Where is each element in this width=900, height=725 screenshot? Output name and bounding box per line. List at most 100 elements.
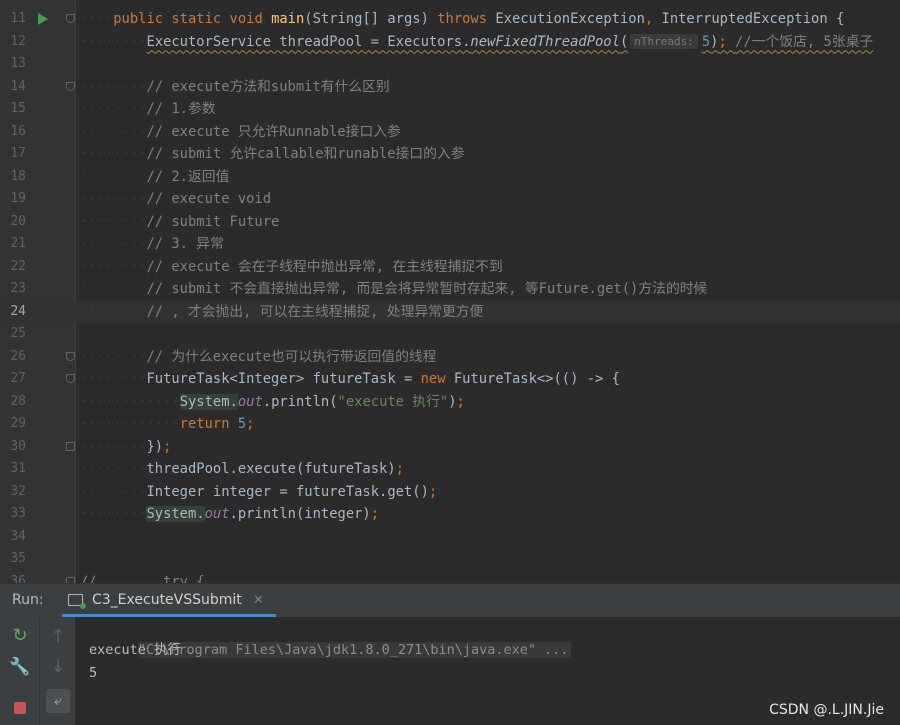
stop-icon[interactable] (14, 702, 26, 714)
line-number: 15 (10, 101, 26, 116)
line-number: 18 (10, 168, 26, 184)
line-number: 32 (10, 483, 26, 499)
line-number: 31 (10, 461, 26, 476)
line-number: 21 (10, 236, 26, 251)
code-line[interactable]: 29 ············return 5; (0, 413, 900, 435)
code-line[interactable]: 30 ········}); (0, 436, 900, 458)
code-line[interactable]: 12 ········ExecutorService threadPool = E… (0, 31, 900, 53)
code-text: ········// , 才会抛出, 可以在主线程捕捉, 处理异常更方便 (80, 303, 484, 320)
console-output-line: execute 执行 (89, 642, 182, 658)
line-number: 36 (10, 573, 26, 584)
fold-marker-icon[interactable] (66, 14, 75, 23)
code-text: ········System.out.println(integer); (80, 506, 380, 522)
code-text: ········// 为什么execute也可以执行带返回值的线程 (80, 348, 437, 365)
code-line[interactable]: 16 ········// execute 只允许Runnable接口入参 (0, 121, 900, 143)
line-number: 35 (10, 551, 26, 566)
line-number: 19 (10, 191, 26, 206)
code-text: ············return 5; (80, 416, 255, 432)
console-icon (68, 594, 86, 609)
watermark: CSDN @.L.JIN.Jie (769, 702, 884, 718)
close-tab-icon[interactable]: ✕ (253, 584, 264, 617)
fold-marker-icon[interactable] (66, 374, 75, 383)
code-text: ········threadPool.execute(futureTask); (80, 461, 404, 477)
arrow-down-icon[interactable]: ↓ (46, 655, 70, 679)
console-output-line: 5 (89, 665, 98, 681)
console-command-line: "C:\Program Files\Java\jdk1.8.0_271\bin\… (137, 642, 571, 658)
line-number: 25 (10, 326, 26, 341)
line-number: 11 (10, 11, 26, 26)
run-toolbar-primary: ↻ 🔧 (0, 617, 39, 725)
code-line[interactable]: 17 ········// submit 允许callable和runable接口… (0, 143, 900, 165)
line-number: 14 (10, 78, 26, 94)
wrench-icon[interactable]: 🔧 (8, 655, 32, 679)
line-number: 33 (10, 506, 26, 521)
code-line[interactable]: 15 ········// 1.参数 (0, 98, 900, 120)
code-line[interactable]: 33 ········System.out.println(integer); (0, 503, 900, 525)
code-text: ········// submit 允许callable和runable接口的入… (80, 146, 465, 162)
run-tab-title: C3_ExecuteVSSubmit (92, 592, 242, 608)
code-text: ········// submit 不会直接抛出异常, 而是会将异常暂时存起来,… (80, 281, 708, 297)
code-text: ········// 2.返回值 (80, 168, 230, 185)
code-text: ········}); (80, 438, 172, 455)
line-number: 20 (10, 213, 26, 229)
code-line[interactable]: 11 ····public static void main(String[] a… (0, 8, 900, 30)
code-text: ········// 3. 异常 (80, 236, 224, 252)
code-text: ········Integer integer = futureTask.get… (80, 483, 438, 500)
code-line[interactable]: 31 ········threadPool.execute(futureTask)… (0, 458, 900, 480)
code-line[interactable]: 28 ············System.out.println("execut… (0, 391, 900, 413)
line-number: 22 (10, 258, 26, 274)
code-line[interactable]: 23 ········// submit 不会直接抛出异常, 而是会将异常暂时存起… (0, 278, 900, 300)
rerun-icon[interactable]: ↻ (8, 624, 32, 648)
line-number: 23 (10, 281, 26, 296)
code-line[interactable]: 19 ········// execute void (0, 188, 900, 210)
run-toolbar-secondary: ↑ ↓ ⤶ (39, 617, 75, 725)
code-text: ········// submit Future (80, 213, 280, 230)
line-number: 30 (10, 438, 26, 454)
code-line[interactable]: 13 (0, 53, 900, 75)
code-text: ········// execute 只允许Runnable接口入参 (80, 123, 401, 140)
line-number: 27 (10, 371, 26, 386)
code-line[interactable]: 32 ········Integer integer = futureTask.g… (0, 481, 900, 503)
code-line[interactable]: 35 (0, 548, 900, 570)
line-number: 29 (10, 416, 26, 431)
code-line[interactable]: 22 ········// execute 会在子线程中抛出异常, 在主线程捕捉不… (0, 256, 900, 278)
code-text: // try { (80, 573, 205, 584)
line-number: 13 (10, 56, 26, 71)
line-number: 12 (10, 33, 26, 49)
code-line[interactable]: 20 ········// submit Future (0, 211, 900, 233)
soft-wrap-icon[interactable]: ⤶ (46, 689, 70, 713)
code-line[interactable]: 14 ········// execute方法和submit有什么区别 (0, 76, 900, 98)
line-number: 17 (10, 146, 26, 161)
run-panel-body: ↻ 🔧 ↑ ↓ ⤶ "C:\Program Files\Java\jdk1.8.… (0, 617, 900, 725)
code-line[interactable]: 36 // try { (0, 571, 900, 584)
code-text: ········// 1.参数 (80, 101, 216, 117)
code-line[interactable]: 18 ········// 2.返回值 (0, 166, 900, 188)
fold-marker-icon[interactable] (66, 81, 75, 91)
arrow-up-icon[interactable]: ↑ (46, 625, 70, 649)
fold-marker-icon[interactable] (66, 351, 75, 361)
run-label: Run: (12, 592, 44, 608)
code-editor[interactable]: 11 ····public static void main(String[] a… (0, 0, 900, 583)
run-gutter-icon[interactable] (38, 13, 48, 25)
code-line[interactable]: 26 ········// 为什么execute也可以执行带返回值的线程 (0, 346, 900, 368)
run-panel-header: Run: C3_ExecuteVSSubmit ✕ (0, 583, 900, 617)
code-text: ····public static void main(String[] arg… (80, 11, 845, 27)
fold-marker-icon[interactable] (66, 441, 75, 451)
code-text: ········FutureTask<Integer> futureTask =… (80, 371, 620, 387)
code-text: ········// execute 会在子线程中抛出异常, 在主线程捕捉不到 (80, 258, 503, 275)
code-line[interactable]: 25 (0, 323, 900, 345)
code-text: ········ExecutorService threadPool = Exe… (80, 33, 874, 50)
code-text: ········// execute方法和submit有什么区别 (80, 78, 390, 95)
code-line[interactable]: 27 ········FutureTask<Integer> futureTask… (0, 368, 900, 390)
line-number: 16 (10, 123, 26, 139)
code-text: ············System.out.println("execute … (80, 393, 465, 410)
code-line[interactable]: 21 ········// 3. 异常 (0, 233, 900, 255)
code-text: ········// execute void (80, 191, 272, 207)
code-line[interactable]: 34 (0, 526, 900, 548)
run-config-tab[interactable]: C3_ExecuteVSSubmit ✕ (62, 584, 276, 617)
code-line[interactable]: 24 ········// , 才会抛出, 可以在主线程捕捉, 处理异常更方便 (0, 300, 900, 323)
line-number: 26 (10, 348, 26, 364)
line-number: 28 (10, 393, 26, 409)
line-number: 34 (10, 528, 26, 544)
line-number: 24 (10, 303, 26, 319)
